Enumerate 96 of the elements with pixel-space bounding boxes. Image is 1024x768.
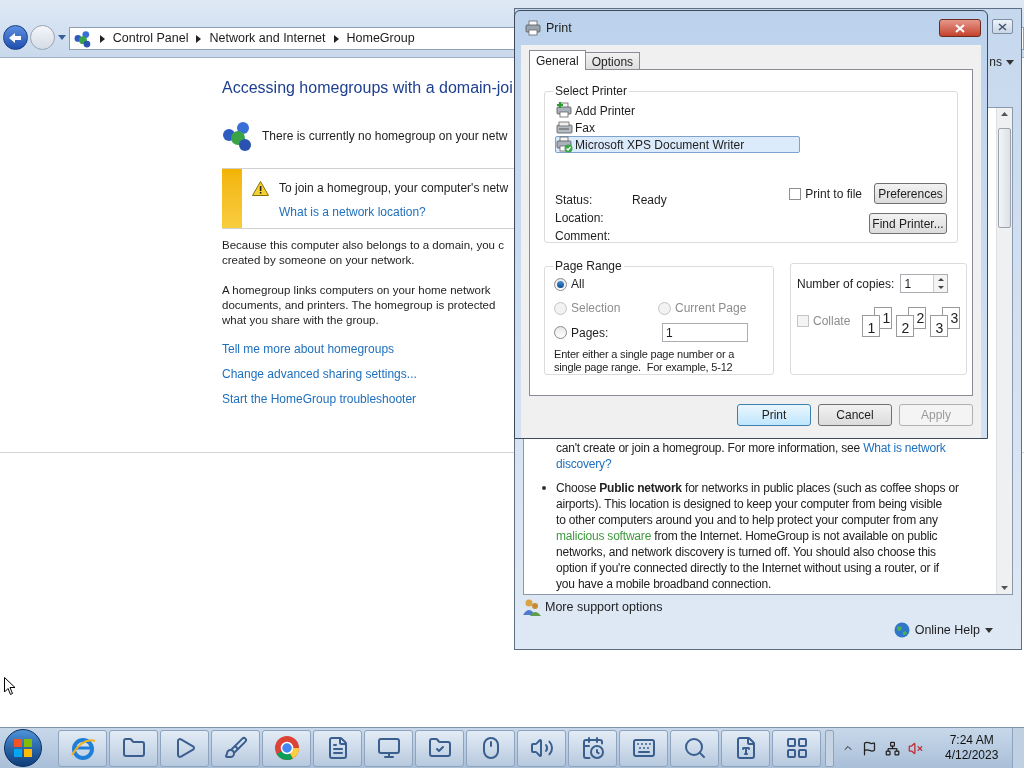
help-paragraph: Choose Public network for networks in public places (such as coffee shops or airports). This location is designed to keep your computer from being visible to other computers around you and to help protect your computer from any malicious software from the Internet. HomeGroup is not available on public networks, and network discovery is turned off. You should also choose this option if you're connected directly to the Internet without using a router, or if you have a mobile broadband connection. — [556, 480, 959, 592]
monitor-icon[interactable] — [364, 729, 413, 767]
clock[interactable]: 7:24 AM 4/12/2023 — [945, 733, 999, 763]
folder-check-icon[interactable] — [415, 729, 464, 767]
mouse-pointer-icon — [4, 677, 16, 696]
clock-date: 4/12/2023 — [945, 748, 999, 763]
body-paragraph: A homegroup links computers on your home network documents, and printers. The homegroup is protected what you share with the group. — [222, 283, 496, 328]
close-button[interactable] — [992, 19, 1013, 34]
body-paragraph: Because this computer also belongs to a domain, you c created by someone on your network. — [222, 238, 504, 268]
scroll-up-icon[interactable] — [1001, 112, 1008, 116]
task-link[interactable]: Start the HomeGroup troubleshooter — [222, 392, 417, 407]
caret-icon — [196, 34, 202, 43]
clock-time: 7:24 AM — [949, 733, 994, 748]
arrow-left-icon — [8, 31, 23, 44]
printer-plus-icon — [556, 102, 573, 119]
browser-e-icon[interactable] — [58, 729, 107, 767]
help-link[interactable]: discovery? — [556, 457, 612, 471]
caret-icon — [99, 34, 105, 43]
task-link[interactable]: Tell me more about homegroups — [222, 342, 395, 357]
tab[interactable]: General — [529, 50, 586, 70]
printer-item[interactable]: Fax — [555, 119, 800, 136]
calendar-clock-icon[interactable] — [568, 729, 617, 767]
find-printer-button[interactable]: Find Printer... — [869, 213, 947, 234]
people-icon — [523, 598, 541, 617]
support-link[interactable]: More support options — [545, 598, 663, 617]
caret-down-icon — [57, 35, 66, 40]
printer-item[interactable]: Add Printer — [555, 102, 800, 119]
dialog-button[interactable]: Cancel — [818, 404, 892, 426]
keyboard-icon[interactable] — [619, 729, 668, 767]
radio-option[interactable]: All — [554, 275, 764, 293]
radio-option[interactable]: Pages: — [554, 323, 662, 342]
network-icon — [73, 29, 92, 48]
notice-stripe — [222, 169, 242, 228]
status-text: There is currently no homegroup on your netw — [262, 128, 508, 145]
field-label: Comment: — [555, 229, 612, 244]
speaker-muted-icon[interactable] — [908, 740, 923, 756]
online-help-button[interactable]: Online Help — [893, 620, 993, 640]
play-icon[interactable] — [160, 729, 209, 767]
scroll-down-icon[interactable] — [1001, 586, 1008, 590]
help-paragraph: can't create or join a homegroup. For more information, see What is network discovery? — [556, 440, 946, 472]
windows-flag-icon — [13, 738, 33, 758]
back-button[interactable] — [3, 25, 28, 50]
page-stack-drawing: 2 2 — [896, 307, 927, 337]
scrollbar-thumb[interactable] — [998, 128, 1011, 228]
brush-icon[interactable] — [211, 729, 260, 767]
printer-icon — [525, 20, 541, 36]
preferences-button[interactable]: Preferences — [874, 183, 947, 204]
magnifier-icon[interactable] — [670, 729, 719, 767]
tab[interactable]: Options — [584, 52, 641, 69]
spheres-icon — [222, 120, 254, 152]
close-icon — [955, 23, 965, 33]
caret-icon — [333, 34, 339, 43]
page-range-hint: Enter either a single page number or a single page range. For example, 5-12 — [554, 348, 736, 374]
tiles-icon[interactable] — [772, 729, 821, 767]
field-label: Location: — [555, 211, 605, 226]
dialog-button[interactable]: Print — [737, 404, 811, 426]
ring-icon[interactable] — [262, 729, 311, 767]
scrollbar[interactable] — [996, 108, 1012, 594]
folder-icon[interactable] — [109, 729, 158, 767]
document-icon[interactable] — [313, 729, 362, 767]
page-stack-drawing: 1 1 — [862, 307, 893, 337]
dialog-title: Print — [546, 19, 573, 37]
close-icon — [998, 22, 1007, 31]
notice-text: To join a homegroup, your computer's netw — [279, 180, 509, 197]
close-button[interactable] — [939, 19, 981, 37]
print-to-file-checkbox[interactable]: Print to file — [789, 184, 862, 203]
warning-icon — [252, 180, 269, 196]
pages-field[interactable]: 1 — [662, 323, 748, 342]
page-stack-drawing: 3 3 — [930, 307, 961, 337]
glossary-link[interactable]: malicious software — [556, 529, 652, 543]
breadcrumb-item[interactable]: HomeGroup — [346, 29, 415, 48]
page-heading: Accessing homegroups with a domain-joi — [222, 78, 513, 98]
fax-icon — [556, 119, 573, 136]
printer-item[interactable]: Microsoft XPS Document Writer — [555, 136, 800, 153]
copies-label: Number of copies: — [797, 275, 895, 293]
options-menu-button[interactable]: ns — [989, 53, 1014, 71]
group-label: Page Range — [554, 258, 623, 275]
globe-icon — [893, 622, 910, 639]
bullet-icon — [542, 486, 546, 490]
network-icon[interactable] — [885, 740, 900, 756]
copies-spinner[interactable]: 1 — [900, 274, 949, 293]
speaker-icon[interactable] — [517, 729, 566, 767]
group-label: Select Printer — [554, 83, 629, 100]
task-link[interactable]: Change advanced sharing settings... — [222, 367, 417, 382]
printer-check-icon — [556, 136, 573, 153]
notepad-icon[interactable] — [721, 729, 770, 767]
field-value: Ready — [632, 193, 667, 208]
mouse-icon[interactable] — [466, 729, 515, 767]
caret-down-icon — [985, 627, 993, 633]
breadcrumb-item[interactable]: Control Panel — [112, 29, 189, 48]
notice-link[interactable]: What is a network location? — [252, 203, 509, 221]
field-label: Status: — [555, 193, 594, 208]
start-button[interactable] — [4, 729, 42, 767]
help-link[interactable]: What is network — [863, 441, 946, 455]
breadcrumb-item[interactable]: Network and Internet — [209, 29, 326, 48]
flag-icon[interactable] — [862, 740, 877, 756]
